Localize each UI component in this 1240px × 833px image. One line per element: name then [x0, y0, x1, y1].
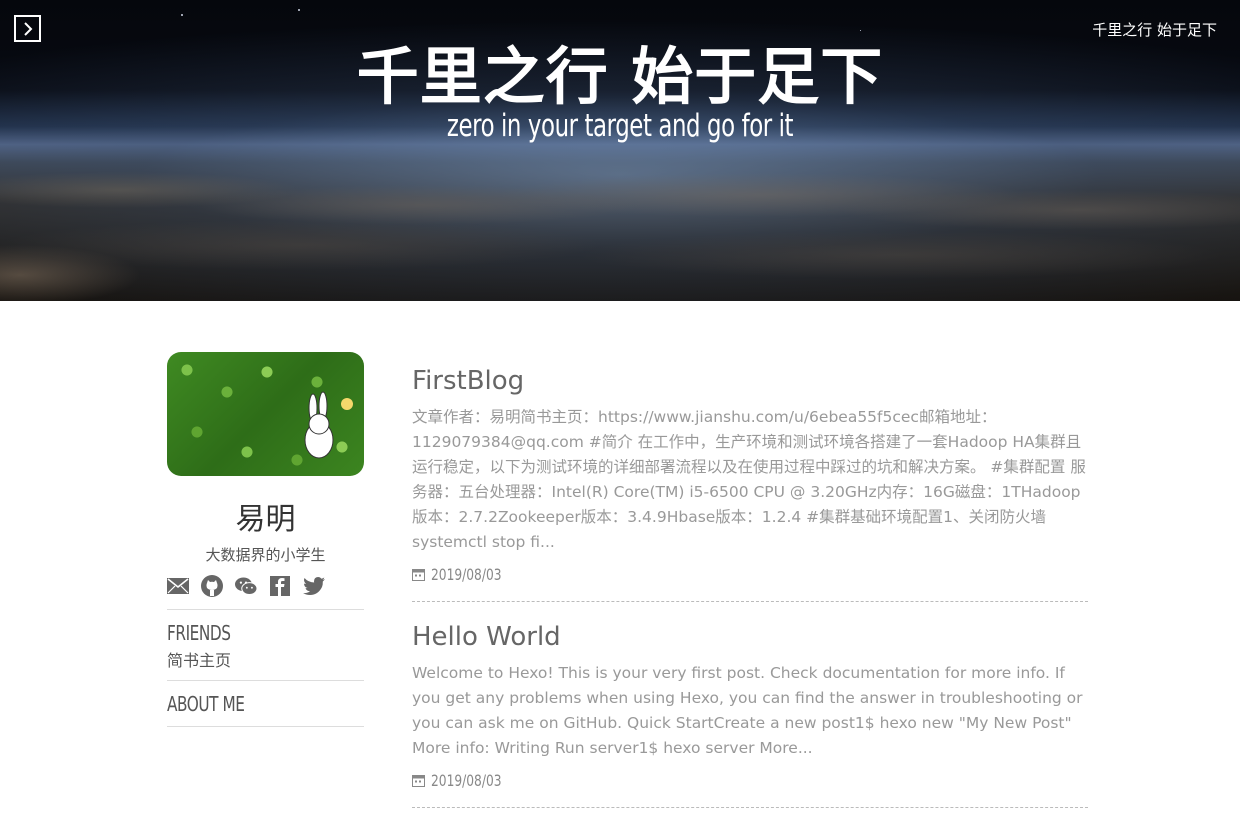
twitter-icon[interactable] [303, 575, 325, 597]
facebook-icon[interactable] [269, 575, 291, 597]
bunny-illustration [304, 391, 353, 459]
post-title-link[interactable]: Hello World [412, 622, 561, 652]
author-name: 易明 [235, 502, 296, 537]
author-description: 大数据界的小学生 [205, 546, 326, 564]
header-banner: 千里之行 始于足下 千里之行 始于足下 zero in your target … [0, 0, 1240, 301]
post-excerpt: Welcome to Hexo! This is your very first… [412, 664, 1083, 757]
post-list: FirstBlog 文章作者：易明简书主页：https://www.jiansh… [412, 366, 1088, 808]
post-title-link[interactable]: FirstBlog [412, 366, 524, 396]
post-date: 2019/08/03 [412, 771, 1088, 790]
star [298, 9, 300, 11]
avatar [167, 352, 364, 476]
post-date-text: 2019/08/03 [431, 565, 502, 584]
about-me-link[interactable]: ABOUT ME [167, 692, 334, 716]
friends-heading: FRIENDS [167, 621, 231, 645]
calendar-icon [412, 775, 425, 787]
hero-title: 千里之行 始于足下 [356, 40, 884, 113]
mail-icon[interactable] [167, 575, 189, 597]
post-item: Hello World Welcome to Hexo! This is you… [412, 602, 1088, 808]
jianshu-link[interactable]: 简书主页 [167, 647, 364, 681]
wechat-icon[interactable] [235, 575, 257, 597]
post-item: FirstBlog 文章作者：易明简书主页：https://www.jiansh… [412, 366, 1088, 602]
post-date: 2019/08/03 [412, 565, 1088, 584]
post-excerpt: 文章作者：易明简书主页：https://www.jianshu.com/u/6e… [412, 408, 1086, 551]
star [181, 14, 183, 16]
banner-clouds [0, 150, 1240, 301]
calendar-icon [412, 569, 425, 581]
social-links [167, 575, 364, 610]
hero-subtitle: zero in your target and go for it [446, 108, 794, 144]
post-date-text: 2019/08/03 [431, 771, 502, 790]
github-icon[interactable] [201, 575, 223, 597]
sidebar: 易明 大数据界的小学生 FRIENDS 简书主页 ABOUT ME [167, 352, 364, 727]
